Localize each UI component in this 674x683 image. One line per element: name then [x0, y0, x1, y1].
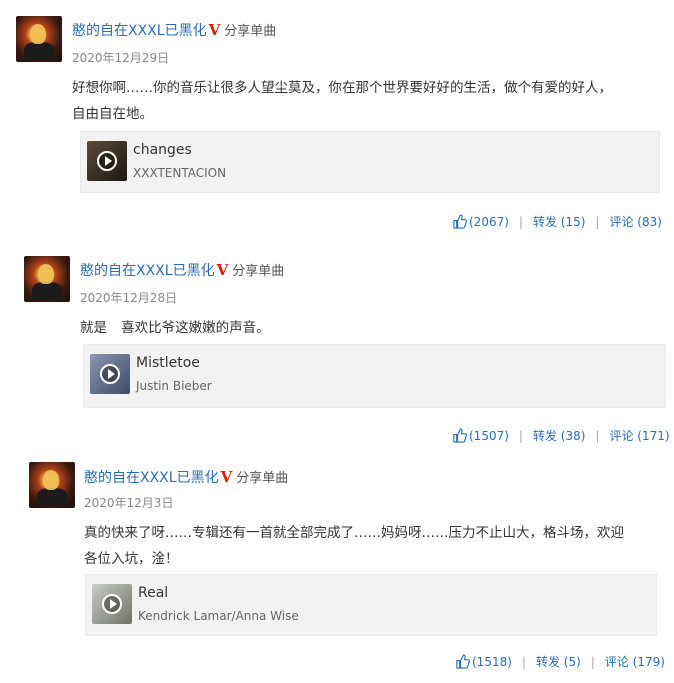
- song-card[interactable]: Real Kendrick Lamar/Anna Wise: [85, 574, 657, 636]
- divider: |: [595, 215, 600, 229]
- share-action-label: 分享单曲: [232, 264, 285, 279]
- user-avatar[interactable]: [24, 256, 70, 302]
- divider: |: [518, 429, 523, 443]
- repost-button[interactable]: 转发 (38): [533, 429, 585, 443]
- verified-v-icon: V: [208, 21, 221, 39]
- song-card[interactable]: Mistletoe Justin Bieber: [83, 344, 666, 408]
- like-count: (1507): [469, 429, 509, 443]
- thumbs-up-icon: [456, 654, 470, 669]
- post-text-line: 真的快来了呀……专辑还有一首就全部完成了……妈妈呀……压力不止山大，格斗场，欢迎: [84, 525, 624, 541]
- album-cover: [87, 141, 127, 181]
- post-text: 就是 ⠀喜欢比爷这嫩嫩的声音。: [80, 315, 270, 341]
- post-text: 真的快来了呀……专辑还有一首就全部完成了……妈妈呀……压力不止山大，格斗场，欢迎…: [84, 520, 624, 572]
- like-count: (1518): [472, 655, 512, 669]
- post-text: 好想你啊……你的音乐让很多人望尘莫及，你在那个世界要好好的生活，做个有爱的好人，…: [72, 75, 612, 127]
- comment-button[interactable]: 评论 (83): [609, 215, 661, 229]
- post-header: 憨的自在XXXL已黑化 V 分享单曲: [84, 467, 288, 487]
- divider: |: [590, 655, 595, 669]
- play-icon[interactable]: [100, 364, 120, 384]
- user-avatar[interactable]: [16, 16, 62, 62]
- song-artist[interactable]: XXXTENTACION: [133, 166, 226, 180]
- repost-button[interactable]: 转发 (5): [536, 655, 581, 669]
- share-action-label: 分享单曲: [224, 24, 277, 39]
- post-actions: (1518) | 转发 (5) | 评论 (179): [455, 653, 665, 670]
- divider: |: [518, 215, 523, 229]
- post-header: 憨的自在XXXL已黑化 V 分享单曲: [80, 260, 284, 280]
- song-title[interactable]: Mistletoe: [136, 355, 200, 371]
- username-link[interactable]: 憨的自在XXXL已黑化: [84, 470, 219, 486]
- thumbs-up-icon: [453, 214, 467, 229]
- post-date[interactable]: 2020年12月3日: [84, 494, 173, 511]
- thumbs-up-icon: [453, 428, 467, 443]
- repost-button[interactable]: 转发 (15): [533, 215, 585, 229]
- post-actions: (2067) | 转发 (15) | 评论 (83): [452, 213, 662, 230]
- username-link[interactable]: 憨的自在XXXL已黑化: [80, 263, 215, 279]
- album-cover: [90, 354, 130, 394]
- divider: |: [521, 655, 526, 669]
- post-text-line: 自由自在地。: [72, 106, 153, 122]
- post-date[interactable]: 2020年12月29日: [72, 49, 169, 66]
- username-link[interactable]: 憨的自在XXXL已黑化: [72, 23, 207, 39]
- album-cover: [92, 584, 132, 624]
- post-header: 憨的自在XXXL已黑化 V 分享单曲: [72, 20, 276, 40]
- song-title[interactable]: Real: [138, 585, 168, 601]
- song-card[interactable]: changes XXXTENTACION: [80, 131, 660, 193]
- verified-v-icon: V: [216, 261, 229, 279]
- song-artist[interactable]: Justin Bieber: [136, 379, 212, 393]
- like-count: (2067): [469, 215, 509, 229]
- verified-v-icon: V: [220, 468, 233, 486]
- user-avatar[interactable]: [29, 462, 75, 508]
- like-button[interactable]: (2067): [452, 214, 509, 229]
- song-title[interactable]: changes: [133, 142, 192, 158]
- post-text-line: 就是 ⠀喜欢比爷这嫩嫩的声音。: [80, 320, 270, 336]
- comment-button[interactable]: 评论 (171): [609, 429, 669, 443]
- play-icon[interactable]: [102, 594, 122, 614]
- post-text-line: 各位入坑，淦！: [84, 551, 179, 567]
- song-artist[interactable]: Kendrick Lamar/Anna Wise: [138, 609, 299, 623]
- post-date[interactable]: 2020年12月28日: [80, 289, 177, 306]
- comment-button[interactable]: 评论 (179): [605, 655, 665, 669]
- like-button[interactable]: (1507): [452, 428, 509, 443]
- post-text-line: 好想你啊……你的音乐让很多人望尘莫及，你在那个世界要好好的生活，做个有爱的好人，: [72, 80, 612, 96]
- post-actions: (1507) | 转发 (38) | 评论 (171): [452, 427, 670, 444]
- divider: |: [595, 429, 600, 443]
- play-icon[interactable]: [97, 151, 117, 171]
- like-button[interactable]: (1518): [455, 654, 512, 669]
- share-action-label: 分享单曲: [236, 471, 289, 486]
